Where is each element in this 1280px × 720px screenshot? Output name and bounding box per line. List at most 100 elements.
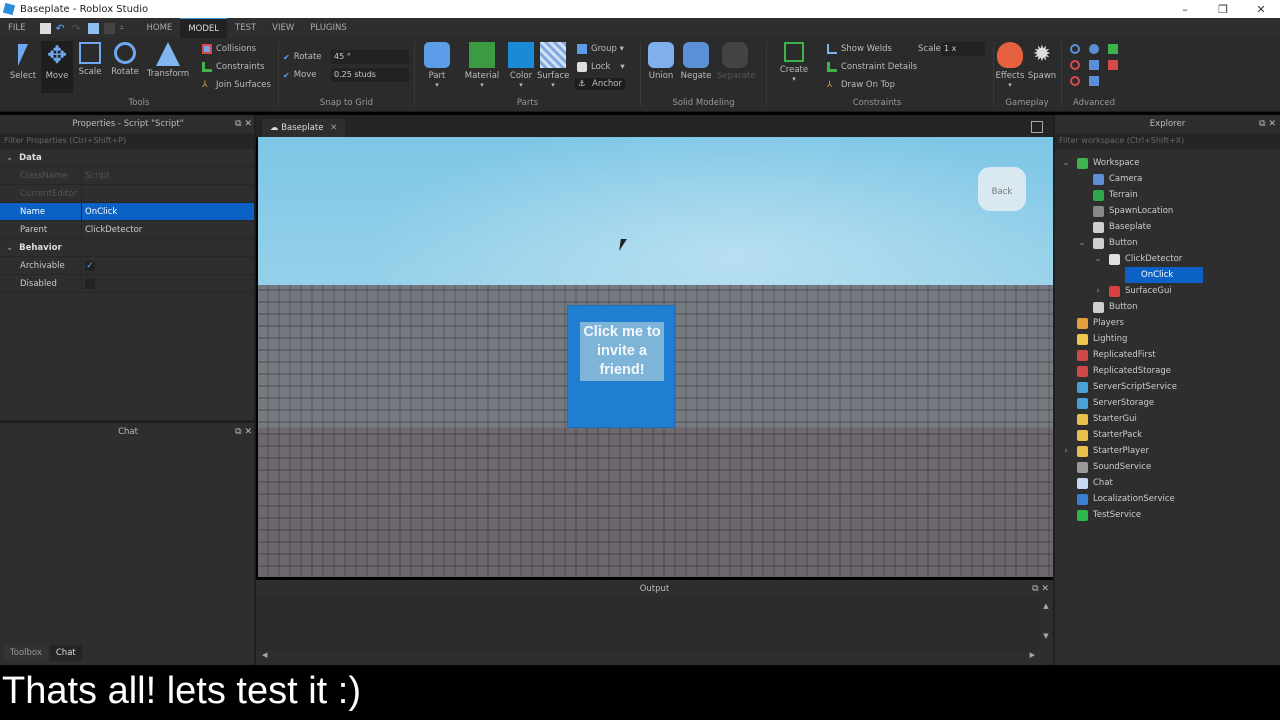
name-value-field[interactable]: OnClick [82,203,256,220]
restore-button[interactable]: ❐ [1204,3,1242,16]
transform-tool[interactable]: Transform [146,42,190,79]
close-panel-icon[interactable]: ✕ [244,119,252,129]
filter-properties-input[interactable]: Filter Properties (Ctrl+Shift+P) [0,133,256,149]
chevron-down-icon[interactable]: ⌄ [1077,235,1087,251]
explorer-item[interactable]: StarterPack [1055,427,1280,443]
collisions-toggle[interactable]: Collisions [202,44,256,54]
tab-chat[interactable]: Chat [49,645,82,661]
explorer-item[interactable]: ServerScriptService [1055,379,1280,395]
chevron-down-icon[interactable]: ⌄ [1093,251,1103,267]
advanced-tool-icon[interactable] [1070,60,1080,70]
dock-icon[interactable]: ⧉ [235,427,241,437]
negate-button[interactable]: Negate [679,42,713,81]
advanced-tool-icon[interactable] [1070,44,1080,54]
tab-toolbox[interactable]: Toolbox [4,645,48,661]
select-tool[interactable]: Select [8,42,38,81]
spawn-button[interactable]: ✹ Spawn [1026,42,1058,81]
chevron-right-icon[interactable]: › [1061,443,1071,459]
show-welds-toggle[interactable]: Show Welds [827,44,892,54]
separate-button[interactable]: Separate [717,42,756,81]
archivable-checkbox[interactable]: ✓ [85,261,95,271]
file-menu[interactable]: FILE [0,18,34,38]
explorer-item[interactable]: Button [1055,299,1280,315]
property-row-name[interactable]: Name OnClick [0,203,256,221]
filter-workspace-input[interactable]: Filter workspace (Ctrl+Shift+X) [1055,133,1280,149]
explorer-item[interactable]: SoundService [1055,459,1280,475]
explorer-item[interactable]: SpawnLocation [1055,203,1280,219]
new-file-icon[interactable] [39,22,51,34]
scale-tool[interactable]: Scale [76,42,104,77]
explorer-item[interactable]: ⌄ Button [1055,235,1280,251]
undo-icon[interactable]: ↶ [56,23,67,34]
rotate-snap-input[interactable]: 45 ° [331,50,409,64]
3d-viewport[interactable]: Click me to invite a friend! Back [258,137,1053,577]
explorer-item[interactable]: Chat [1055,475,1280,491]
explorer-item[interactable]: ⌄ Workspace [1055,155,1280,171]
tab-plugins[interactable]: PLUGINS [302,18,355,38]
property-row-disabled[interactable]: Disabled [0,275,256,293]
explorer-item[interactable]: Lighting [1055,331,1280,347]
property-row[interactable]: CurrentEditor [0,185,256,203]
effects-button[interactable]: Effects ▾ [994,42,1026,89]
button-part[interactable]: Click me to invite a friend! [567,305,675,428]
constraint-scale-input[interactable]: 1 x [941,42,985,56]
customize-quick-access-icon[interactable]: ⩡ [120,23,131,34]
property-row-archivable[interactable]: Archivable ✓ [0,257,256,275]
close-panel-icon[interactable]: ✕ [244,427,252,437]
tab-test[interactable]: TEST [227,18,264,38]
close-tab-icon[interactable]: ✕ [330,123,337,133]
group-button[interactable]: Group ▾ [577,44,624,54]
tab-model[interactable]: MODEL [180,18,227,38]
explorer-item[interactable]: Camera [1055,171,1280,187]
advanced-tool-icon[interactable] [1108,44,1118,54]
rotate-snap-checkbox[interactable]: ✔ [283,53,290,62]
vertical-scrollbar[interactable]: ▲ ▼ [1039,598,1053,651]
section-behavior[interactable]: ⌄ Behavior [0,239,256,257]
color-button[interactable]: Color ▾ [507,42,535,89]
draw-on-top-toggle[interactable]: ⅄ Draw On Top [827,80,895,90]
union-button[interactable]: Union [645,42,677,81]
constraints-toggle[interactable]: Constraints [202,62,265,72]
explorer-item[interactable]: StarterGui [1055,411,1280,427]
constraint-details-toggle[interactable]: Constraint Details [827,62,917,72]
section-data[interactable]: ⌄ Data [0,149,256,167]
create-constraint-button[interactable]: Create ▾ [777,42,811,83]
explorer-item[interactable]: Terrain [1055,187,1280,203]
explorer-item[interactable]: OnClick [1055,267,1280,283]
explorer-item[interactable]: LocalizationService [1055,491,1280,507]
chevron-down-icon[interactable]: ⌄ [1061,155,1071,171]
move-snap-checkbox[interactable]: ✔ [283,71,290,80]
advanced-tool-icon[interactable] [1108,60,1118,70]
tab-view[interactable]: VIEW [264,18,302,38]
explorer-item[interactable]: TestService [1055,507,1280,523]
advanced-tool-icon[interactable] [1070,76,1080,86]
property-row-parent[interactable]: Parent ClickDetector [0,221,256,239]
explorer-item[interactable]: ReplicatedFirst [1055,347,1280,363]
explorer-item[interactable]: ReplicatedStorage [1055,363,1280,379]
publish-icon[interactable] [87,22,99,34]
part-button[interactable]: Part ▾ [421,42,453,89]
property-row[interactable]: ClassName Script [0,167,256,185]
tab-home[interactable]: HOME [139,18,181,38]
advanced-tool-icon[interactable] [1089,60,1099,70]
explorer-item[interactable]: › StarterPlayer [1055,443,1280,459]
join-surfaces-toggle[interactable]: ⅄ Join Surfaces [202,80,271,90]
lock-button[interactable]: Lock ▾ [577,62,625,72]
dock-icon[interactable]: ⧉ [235,119,241,129]
advanced-tool-icon[interactable] [1089,44,1099,54]
redo-icon[interactable]: ↷ [72,23,83,34]
close-panel-icon[interactable]: ✕ [1041,584,1049,594]
explorer-item[interactable]: Players [1055,315,1280,331]
anchor-button[interactable]: ⚓ Anchor [575,78,625,90]
explorer-item[interactable]: Baseplate [1055,219,1280,235]
tab-baseplate[interactable]: ☁ Baseplate ✕ [262,119,346,137]
view-cube[interactable]: Back [978,167,1026,211]
dock-icon[interactable]: ⧉ [1259,119,1265,129]
disabled-checkbox[interactable] [85,279,95,289]
explorer-item[interactable]: ⌄ ClickDetector [1055,251,1280,267]
minimize-button[interactable]: – [1166,3,1204,16]
surface-button[interactable]: Surface ▾ [537,42,569,89]
move-snap-input[interactable]: 0.25 studs [331,68,409,82]
dock-icon[interactable]: ⧉ [1032,584,1038,594]
chevron-right-icon[interactable]: › [1093,283,1103,299]
